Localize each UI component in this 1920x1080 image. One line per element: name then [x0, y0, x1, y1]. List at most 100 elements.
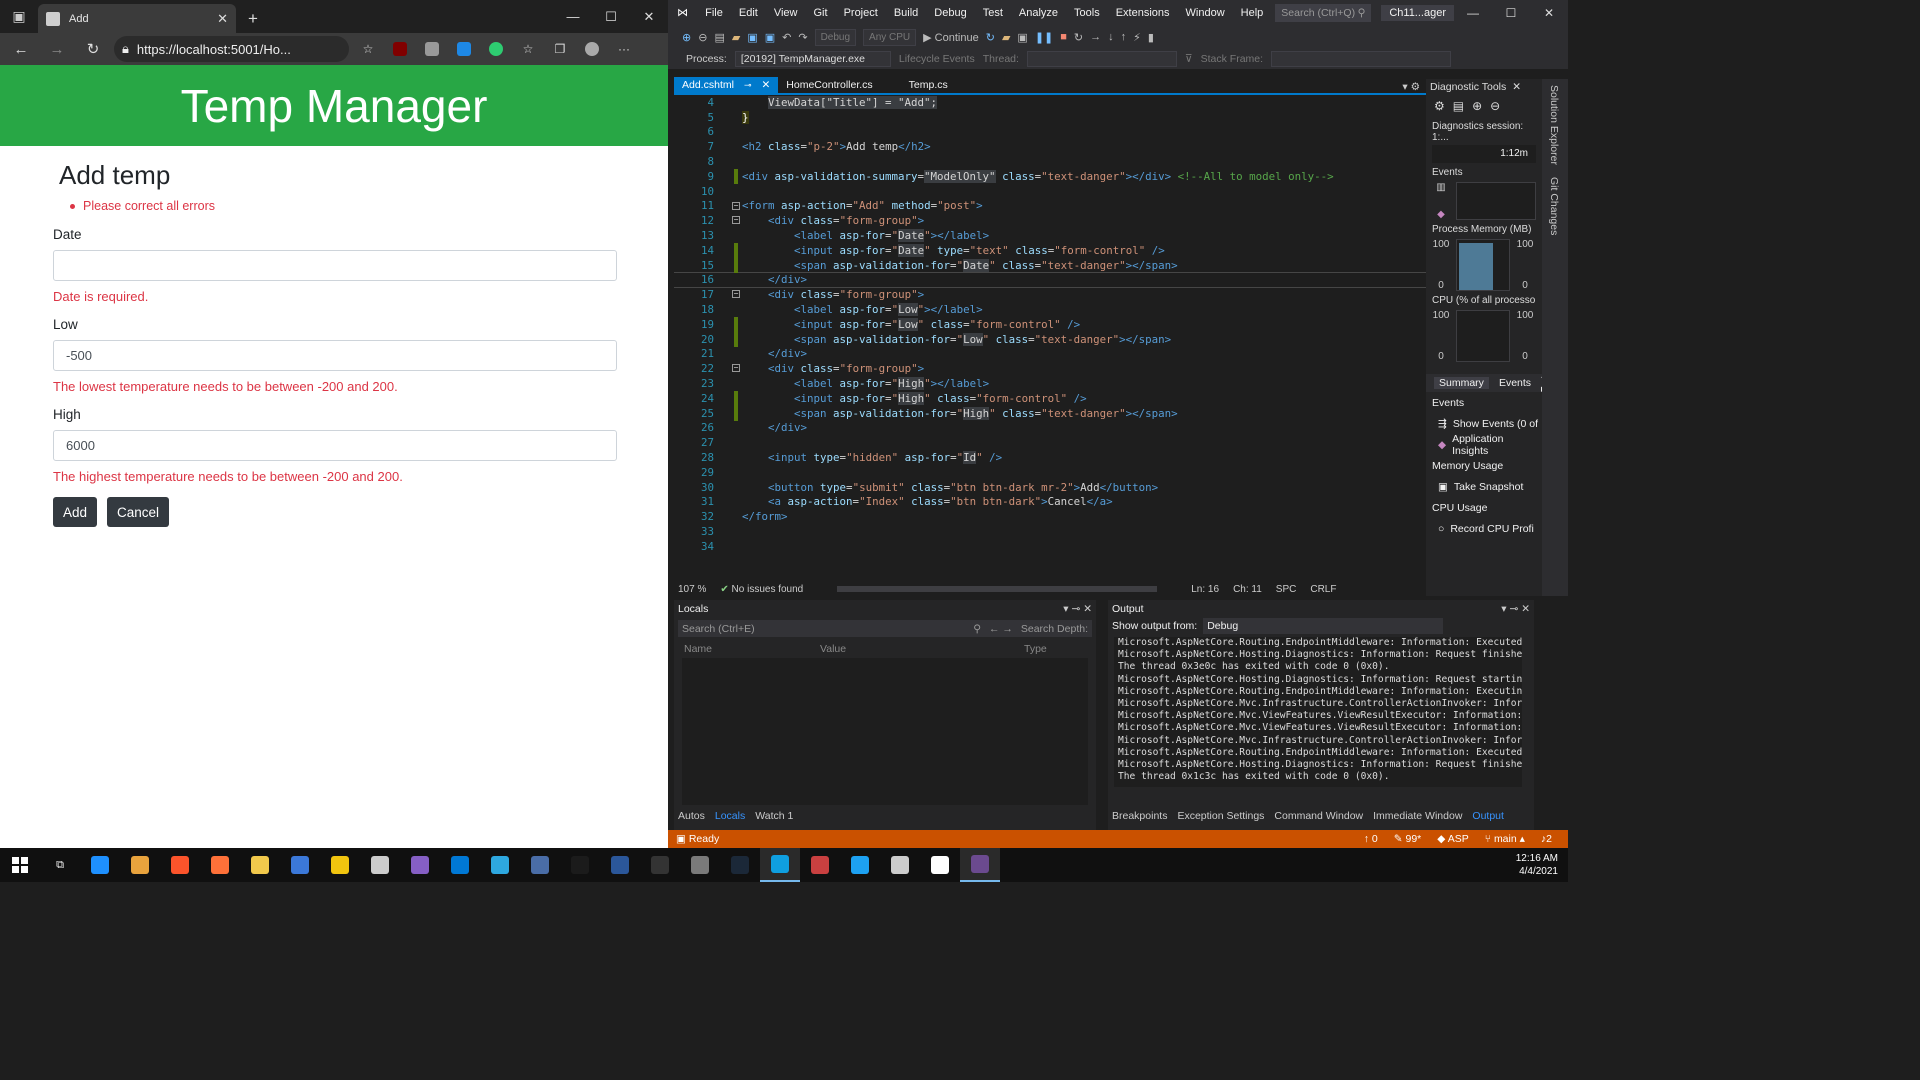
code-line[interactable]: 25 <span asp-validation-for="High" class… [674, 405, 1426, 421]
tab-immediate-window[interactable]: Immediate Window [1373, 810, 1462, 822]
code-line[interactable]: 30 <button type="submit" class="btn btn-… [674, 480, 1426, 495]
code-line[interactable]: 24 <input asp-for="High" class="form-con… [674, 390, 1426, 406]
code-line[interactable]: 15 <span asp-validation-for="Date" class… [674, 257, 1426, 273]
close-tab-icon[interactable]: ✕ [217, 11, 228, 27]
panel-controls-icon[interactable]: ▾ ⊸ ✕ [1063, 603, 1092, 615]
save-icon[interactable]: ▣ [747, 31, 757, 44]
code-line[interactable]: 19 <input asp-for="Low" class="form-cont… [674, 316, 1426, 332]
take-snapshot-button[interactable]: ▣ Take Snapshot [1426, 476, 1542, 497]
nav-forward-icon[interactable]: ⊖ [698, 31, 707, 44]
maximize-icon[interactable]: ☐ [592, 0, 630, 33]
menu-debug[interactable]: Debug [926, 7, 974, 19]
word-icon[interactable] [600, 848, 640, 882]
repository[interactable]: ◆ ASP [1437, 833, 1468, 845]
tab-temp-cs[interactable]: Temp.cs [901, 77, 956, 93]
pending-changes[interactable]: ✎ 99* [1394, 833, 1422, 845]
firefox-dev-icon[interactable] [80, 848, 120, 882]
code-line[interactable]: 21 </div> [674, 347, 1426, 362]
terminal-icon[interactable] [560, 848, 600, 882]
filter-icon[interactable]: ⊽ [1185, 53, 1193, 65]
code-line[interactable]: 22 − <div class="form-group"> [674, 361, 1426, 376]
code-line[interactable]: 29 [674, 465, 1426, 480]
console-icon[interactable] [640, 848, 680, 882]
locals-search[interactable]: Search (Ctrl+E) ⚲ ← → Search Depth: [678, 620, 1092, 637]
vs-running-icon[interactable] [960, 848, 1000, 882]
low-input[interactable]: -500 [53, 340, 617, 371]
application-insights-link[interactable]: ◆ Application Insights [1426, 433, 1542, 457]
line-endings[interactable]: CRLF [1310, 584, 1336, 595]
minimize-icon[interactable]: — [1454, 6, 1492, 20]
tab-breakpoints[interactable]: Breakpoints [1112, 810, 1167, 822]
edge-icon[interactable] [760, 848, 800, 882]
app-icon[interactable] [520, 848, 560, 882]
hot-reload-icon[interactable]: ⚡ [1133, 31, 1141, 44]
favorite-add-icon[interactable]: ☆ [355, 36, 381, 62]
cpu-graph[interactable]: 100 0 100 0 [1430, 310, 1536, 362]
code-line[interactable]: 13 <label asp-for="Date"></label> [674, 228, 1426, 243]
folder-icon[interactable]: ▰ [1002, 31, 1010, 44]
file-explorer-icon[interactable] [240, 848, 280, 882]
configuration-dropdown[interactable]: Debug [814, 28, 857, 46]
tab-add-cshtml[interactable]: Add.cshtml ⊸ ✕ [674, 77, 779, 93]
redo-icon[interactable]: ↷ [798, 31, 807, 44]
indent-mode[interactable]: SPC [1276, 584, 1297, 595]
tab-homecontroller[interactable]: HomeController.cs [778, 77, 880, 93]
package-icon[interactable] [360, 848, 400, 882]
code-line[interactable]: 11 − <form asp-action="Add" method="post"> [674, 199, 1426, 214]
solution-explorer-tab[interactable]: Solution Explorer [1542, 79, 1566, 171]
tab-command-window[interactable]: Command Window [1274, 810, 1363, 822]
tab-exception-settings[interactable]: Exception Settings [1177, 810, 1264, 822]
menu-git[interactable]: Git [806, 7, 836, 19]
cancel-button[interactable]: Cancel [107, 497, 170, 527]
code-line[interactable]: 33 [674, 524, 1426, 539]
menu-help[interactable]: Help [1233, 7, 1272, 19]
output-source-dropdown[interactable]: Debug [1203, 618, 1444, 634]
tab-events[interactable]: Events [1499, 377, 1531, 389]
browser-tab[interactable]: Add ✕ [38, 4, 236, 33]
window-icon[interactable] [920, 848, 960, 882]
more-menu-icon[interactable]: ··· [611, 36, 637, 62]
close-icon[interactable]: ✕ [1512, 81, 1521, 93]
pause-icon[interactable]: ❚❚ [1035, 31, 1053, 44]
code-line[interactable]: 7 <h2 class="p-2">Add temp</h2> [674, 139, 1426, 154]
code-line[interactable]: 27 [674, 435, 1426, 450]
git-changes-tab[interactable]: Git Changes [1542, 171, 1566, 241]
skype-extension-icon[interactable] [451, 36, 477, 62]
menu-build[interactable]: Build [886, 7, 926, 19]
zoom-level[interactable]: 107 % [678, 584, 706, 595]
code-line[interactable]: 5} [674, 110, 1426, 125]
profile-avatar-icon[interactable] [579, 36, 605, 62]
close-icon[interactable]: ✕ [1530, 6, 1568, 20]
mail-icon[interactable] [280, 848, 320, 882]
code-line[interactable]: 18 <label asp-for="Low"></label> [674, 302, 1426, 317]
code-line[interactable]: 6 [674, 125, 1426, 140]
open-icon[interactable]: ▰ [732, 31, 740, 44]
tab-locals[interactable]: Locals [715, 810, 745, 822]
code-line[interactable]: 9 <div asp-validation-summary="ModelOnly"… [674, 168, 1426, 184]
docker-icon[interactable] [840, 848, 880, 882]
restart-icon[interactable]: ↻ [986, 31, 995, 44]
ublock-extension-icon[interactable] [387, 36, 413, 62]
forward-icon[interactable]: → [42, 35, 72, 63]
menu-analyze[interactable]: Analyze [1011, 7, 1066, 19]
steam-icon[interactable] [720, 848, 760, 882]
events-graph[interactable]: ▥ ◆ [1430, 182, 1536, 220]
system-clock[interactable]: 12:16 AM 4/4/2021 [1516, 852, 1568, 878]
tab-output[interactable]: Output [1472, 810, 1504, 822]
export-icon[interactable]: ▤ [1453, 99, 1464, 113]
chrome-icon[interactable] [120, 848, 160, 882]
favorites-icon[interactable]: ☆ [515, 36, 541, 62]
address-bar[interactable]: 🔒︎ https://localhost:5001/Ho... [114, 36, 349, 62]
lifecycle-events-dropdown[interactable]: Lifecycle Events [899, 53, 975, 65]
code-line[interactable]: 16 </div> [674, 271, 1426, 289]
code-line[interactable]: 20 <span asp-validation-for="Low" class=… [674, 331, 1426, 347]
settings-icon[interactable]: ⚙ [1434, 99, 1445, 113]
zoom-out-icon[interactable]: ⊖ [1490, 99, 1500, 113]
tool-icon[interactable] [320, 848, 360, 882]
code-view[interactable]: 4 ViewData["Title"] = "Add"; 5} 6 7 <h2 clas… [674, 95, 1426, 582]
screen-icon[interactable] [800, 848, 840, 882]
close-tab-icon[interactable]: ✕ [761, 79, 770, 91]
menu-file[interactable]: File [697, 7, 731, 19]
back-icon[interactable]: ← [6, 35, 36, 63]
tab-watch[interactable]: Watch 1 [755, 810, 793, 822]
